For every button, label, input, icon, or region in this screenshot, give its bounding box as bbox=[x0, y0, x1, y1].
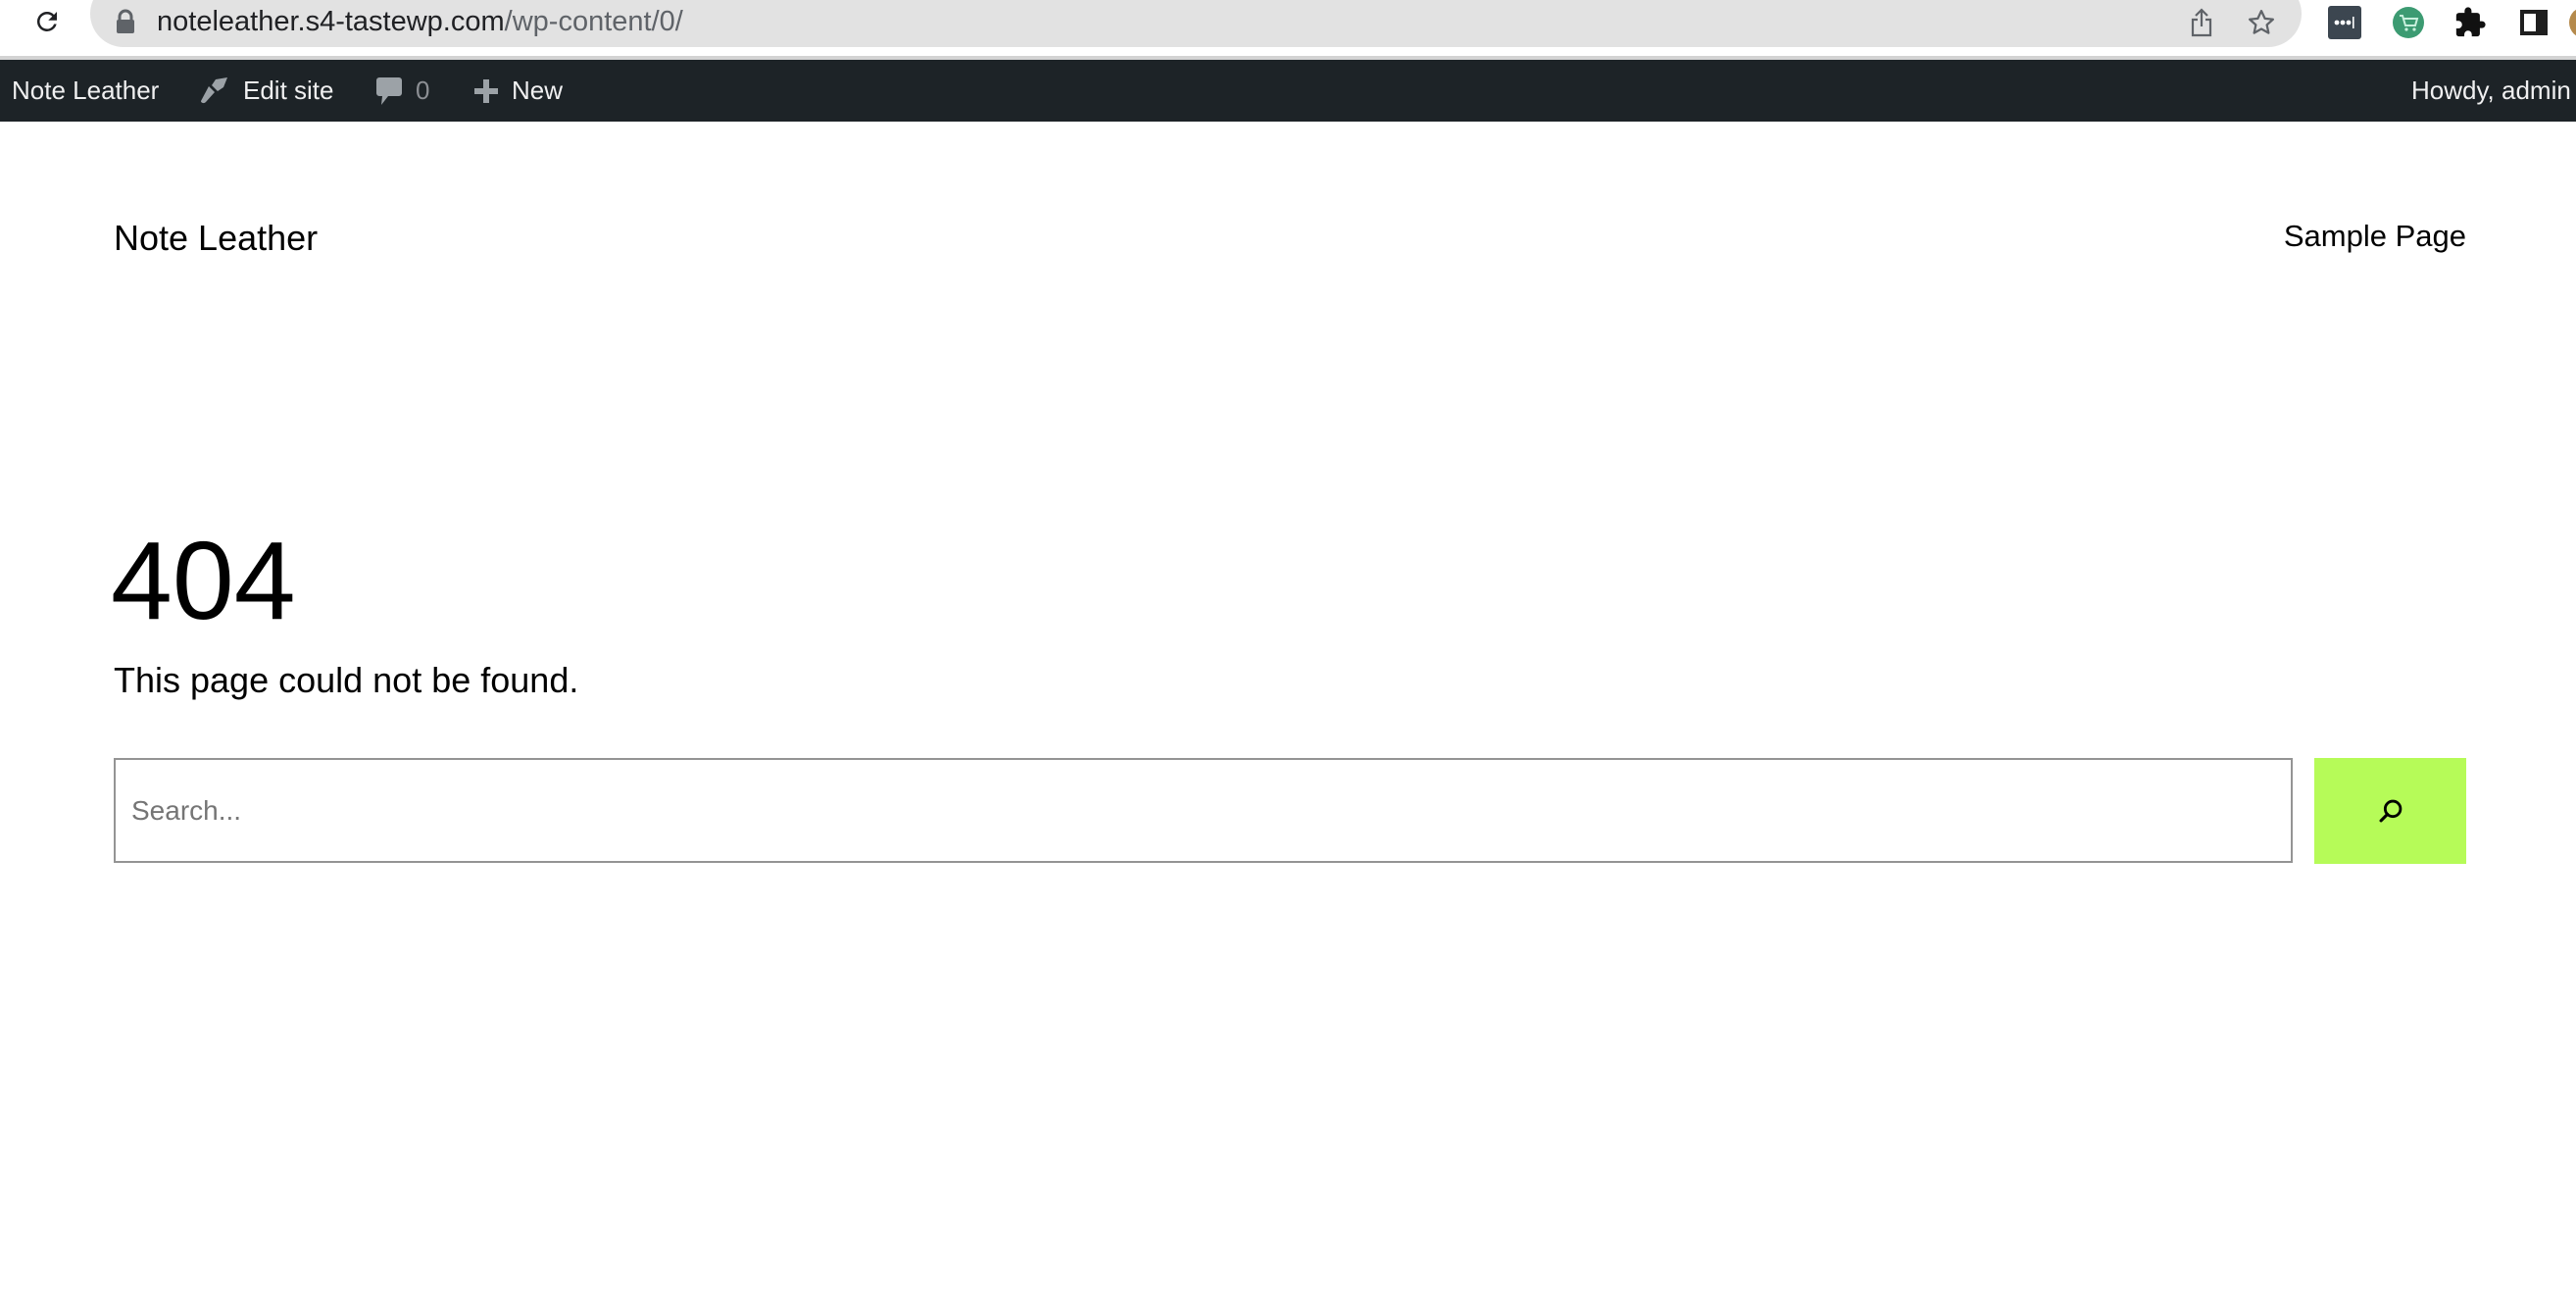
side-panel-icon[interactable] bbox=[2517, 6, 2551, 39]
admin-bar-edit-site[interactable]: Edit site bbox=[196, 60, 334, 122]
site-title-link[interactable]: Note Leather bbox=[114, 218, 318, 259]
share-icon bbox=[2191, 8, 2212, 37]
reload-icon bbox=[36, 11, 57, 31]
admin-bar-new[interactable]: New bbox=[472, 60, 563, 122]
url-host: noteleather.s4-tastewp.com bbox=[157, 6, 505, 37]
bookmark-star-icon bbox=[2249, 10, 2274, 34]
share-button[interactable] bbox=[2185, 6, 2218, 39]
url-path: /wp-content/0/ bbox=[504, 6, 683, 37]
plus-icon bbox=[474, 78, 498, 103]
extensions-puzzle-icon[interactable] bbox=[2453, 6, 2487, 39]
search-input[interactable] bbox=[114, 758, 2293, 863]
search-button[interactable] bbox=[2314, 758, 2466, 864]
password-manager-extension-icon[interactable] bbox=[2328, 6, 2361, 39]
wp-admin-bar: Note Leather Edit site 0 New Howdy, admi… bbox=[0, 60, 2576, 122]
paintbrush-icon bbox=[201, 76, 227, 103]
comments-count: 0 bbox=[416, 76, 430, 105]
url-text[interactable]: noteleather.s4-tastewp.com/wp-content/0/ bbox=[157, 4, 683, 39]
edit-site-label: Edit site bbox=[243, 76, 334, 105]
error-message: This page could not be found. bbox=[114, 660, 579, 700]
lock-icon[interactable] bbox=[115, 9, 136, 34]
admin-bar-site-name-label: Note Leather bbox=[12, 76, 160, 105]
comment-bubble-icon bbox=[376, 76, 402, 105]
reload-button[interactable] bbox=[29, 4, 65, 39]
shopping-cart-extension-icon[interactable] bbox=[2392, 6, 2425, 39]
search-icon bbox=[2379, 799, 2402, 823]
browser-toolbar: noteleather.s4-tastewp.com/wp-content/0/ bbox=[0, 0, 2576, 57]
admin-bar-comments[interactable]: 0 bbox=[374, 60, 429, 122]
admin-bar-my-account[interactable]: Howdy, admin bbox=[2411, 60, 2571, 122]
bookmark-button[interactable] bbox=[2245, 6, 2278, 39]
profile-avatar-icon[interactable] bbox=[2568, 6, 2576, 39]
howdy-greeting: Howdy, admin bbox=[2411, 76, 2571, 105]
error-heading: 404 bbox=[111, 519, 296, 642]
new-label: New bbox=[512, 76, 564, 105]
nav-item-sample-page[interactable]: Sample Page bbox=[2284, 219, 2466, 254]
admin-bar-site-name[interactable]: Note Leather bbox=[12, 60, 159, 122]
